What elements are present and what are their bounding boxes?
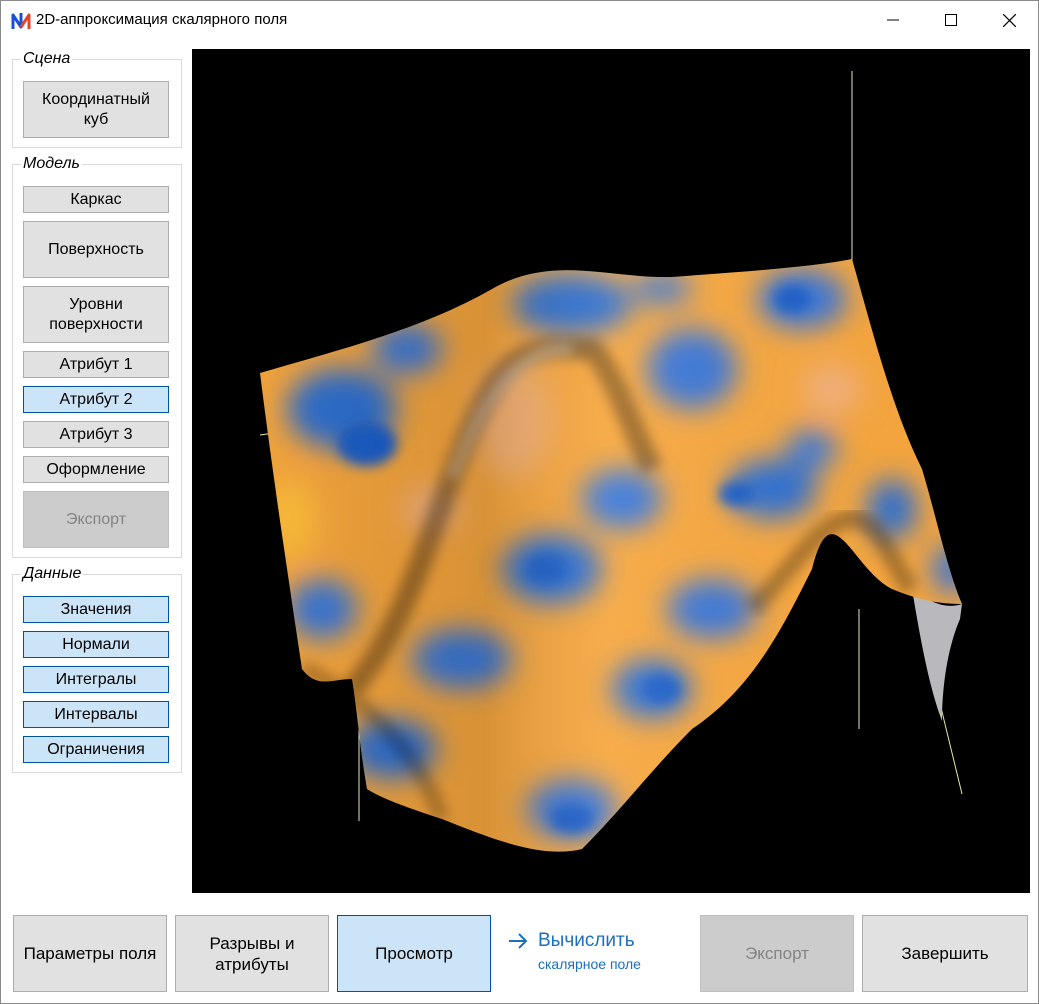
attribute-2-button[interactable]: Атрибут 2	[23, 386, 169, 413]
export-button: Экспорт	[700, 915, 854, 992]
surface-levels-button[interactable]: Уровни поверхности	[23, 286, 169, 343]
surface-mesh	[260, 259, 962, 852]
integrals-button[interactable]: Интегралы	[23, 666, 169, 693]
breaks-attributes-button[interactable]: Разрывы и атрибуты	[175, 915, 329, 992]
compute-link[interactable]: Вычислить скалярное поле	[507, 929, 687, 979]
wireframe-button[interactable]: Каркас	[23, 186, 169, 213]
model-group: Модель Каркас Поверхность Уровни поверхн…	[12, 155, 182, 558]
window-title: 2D-аппроксимация скалярного поля	[36, 11, 288, 28]
intervals-button[interactable]: Интервалы	[23, 701, 169, 728]
data-group-label: Данные	[21, 565, 84, 583]
minimize-icon	[887, 19, 899, 21]
scene-group-label: Сцена	[21, 50, 73, 68]
attribute-1-button[interactable]: Атрибут 1	[23, 351, 169, 378]
field-params-button[interactable]: Параметры поля	[13, 915, 167, 992]
scene-group: Сцена Координатный куб	[12, 50, 182, 148]
minimize-button[interactable]	[864, 1, 922, 39]
maximize-icon	[945, 14, 957, 26]
model-group-label: Модель	[21, 155, 82, 173]
close-button[interactable]	[980, 1, 1038, 39]
view-button[interactable]: Просмотр	[337, 915, 491, 992]
surface-edge	[912, 589, 962, 721]
maximize-button[interactable]	[922, 1, 980, 39]
surface-render	[259, 71, 963, 852]
app-logo-icon	[11, 13, 31, 29]
close-icon	[1002, 13, 1016, 27]
title-bar: 2D-аппроксимация скалярного поля	[1, 1, 1038, 39]
3d-viewport[interactable]	[192, 49, 1030, 893]
coord-cube-button[interactable]: Координатный куб	[23, 81, 169, 138]
compute-label: Вычислить	[538, 930, 635, 951]
appearance-button[interactable]: Оформление	[23, 456, 169, 483]
constraints-button[interactable]: Ограничения	[23, 736, 169, 763]
normals-button[interactable]: Нормали	[23, 631, 169, 658]
attribute-3-button[interactable]: Атрибут 3	[23, 421, 169, 448]
values-button[interactable]: Значения	[23, 596, 169, 623]
finish-button[interactable]: Завершить	[862, 915, 1028, 992]
model-export-button: Экспорт	[23, 491, 169, 548]
compute-sublabel: скалярное поле	[538, 956, 641, 972]
arrow-right-icon	[509, 933, 528, 949]
surface-button[interactable]: Поверхность	[23, 221, 169, 278]
app-window: 2D-аппроксимация скалярного поля Сцена К…	[0, 0, 1039, 1004]
data-group: Данные Значения Нормали Интегралы Интерв…	[12, 565, 182, 773]
